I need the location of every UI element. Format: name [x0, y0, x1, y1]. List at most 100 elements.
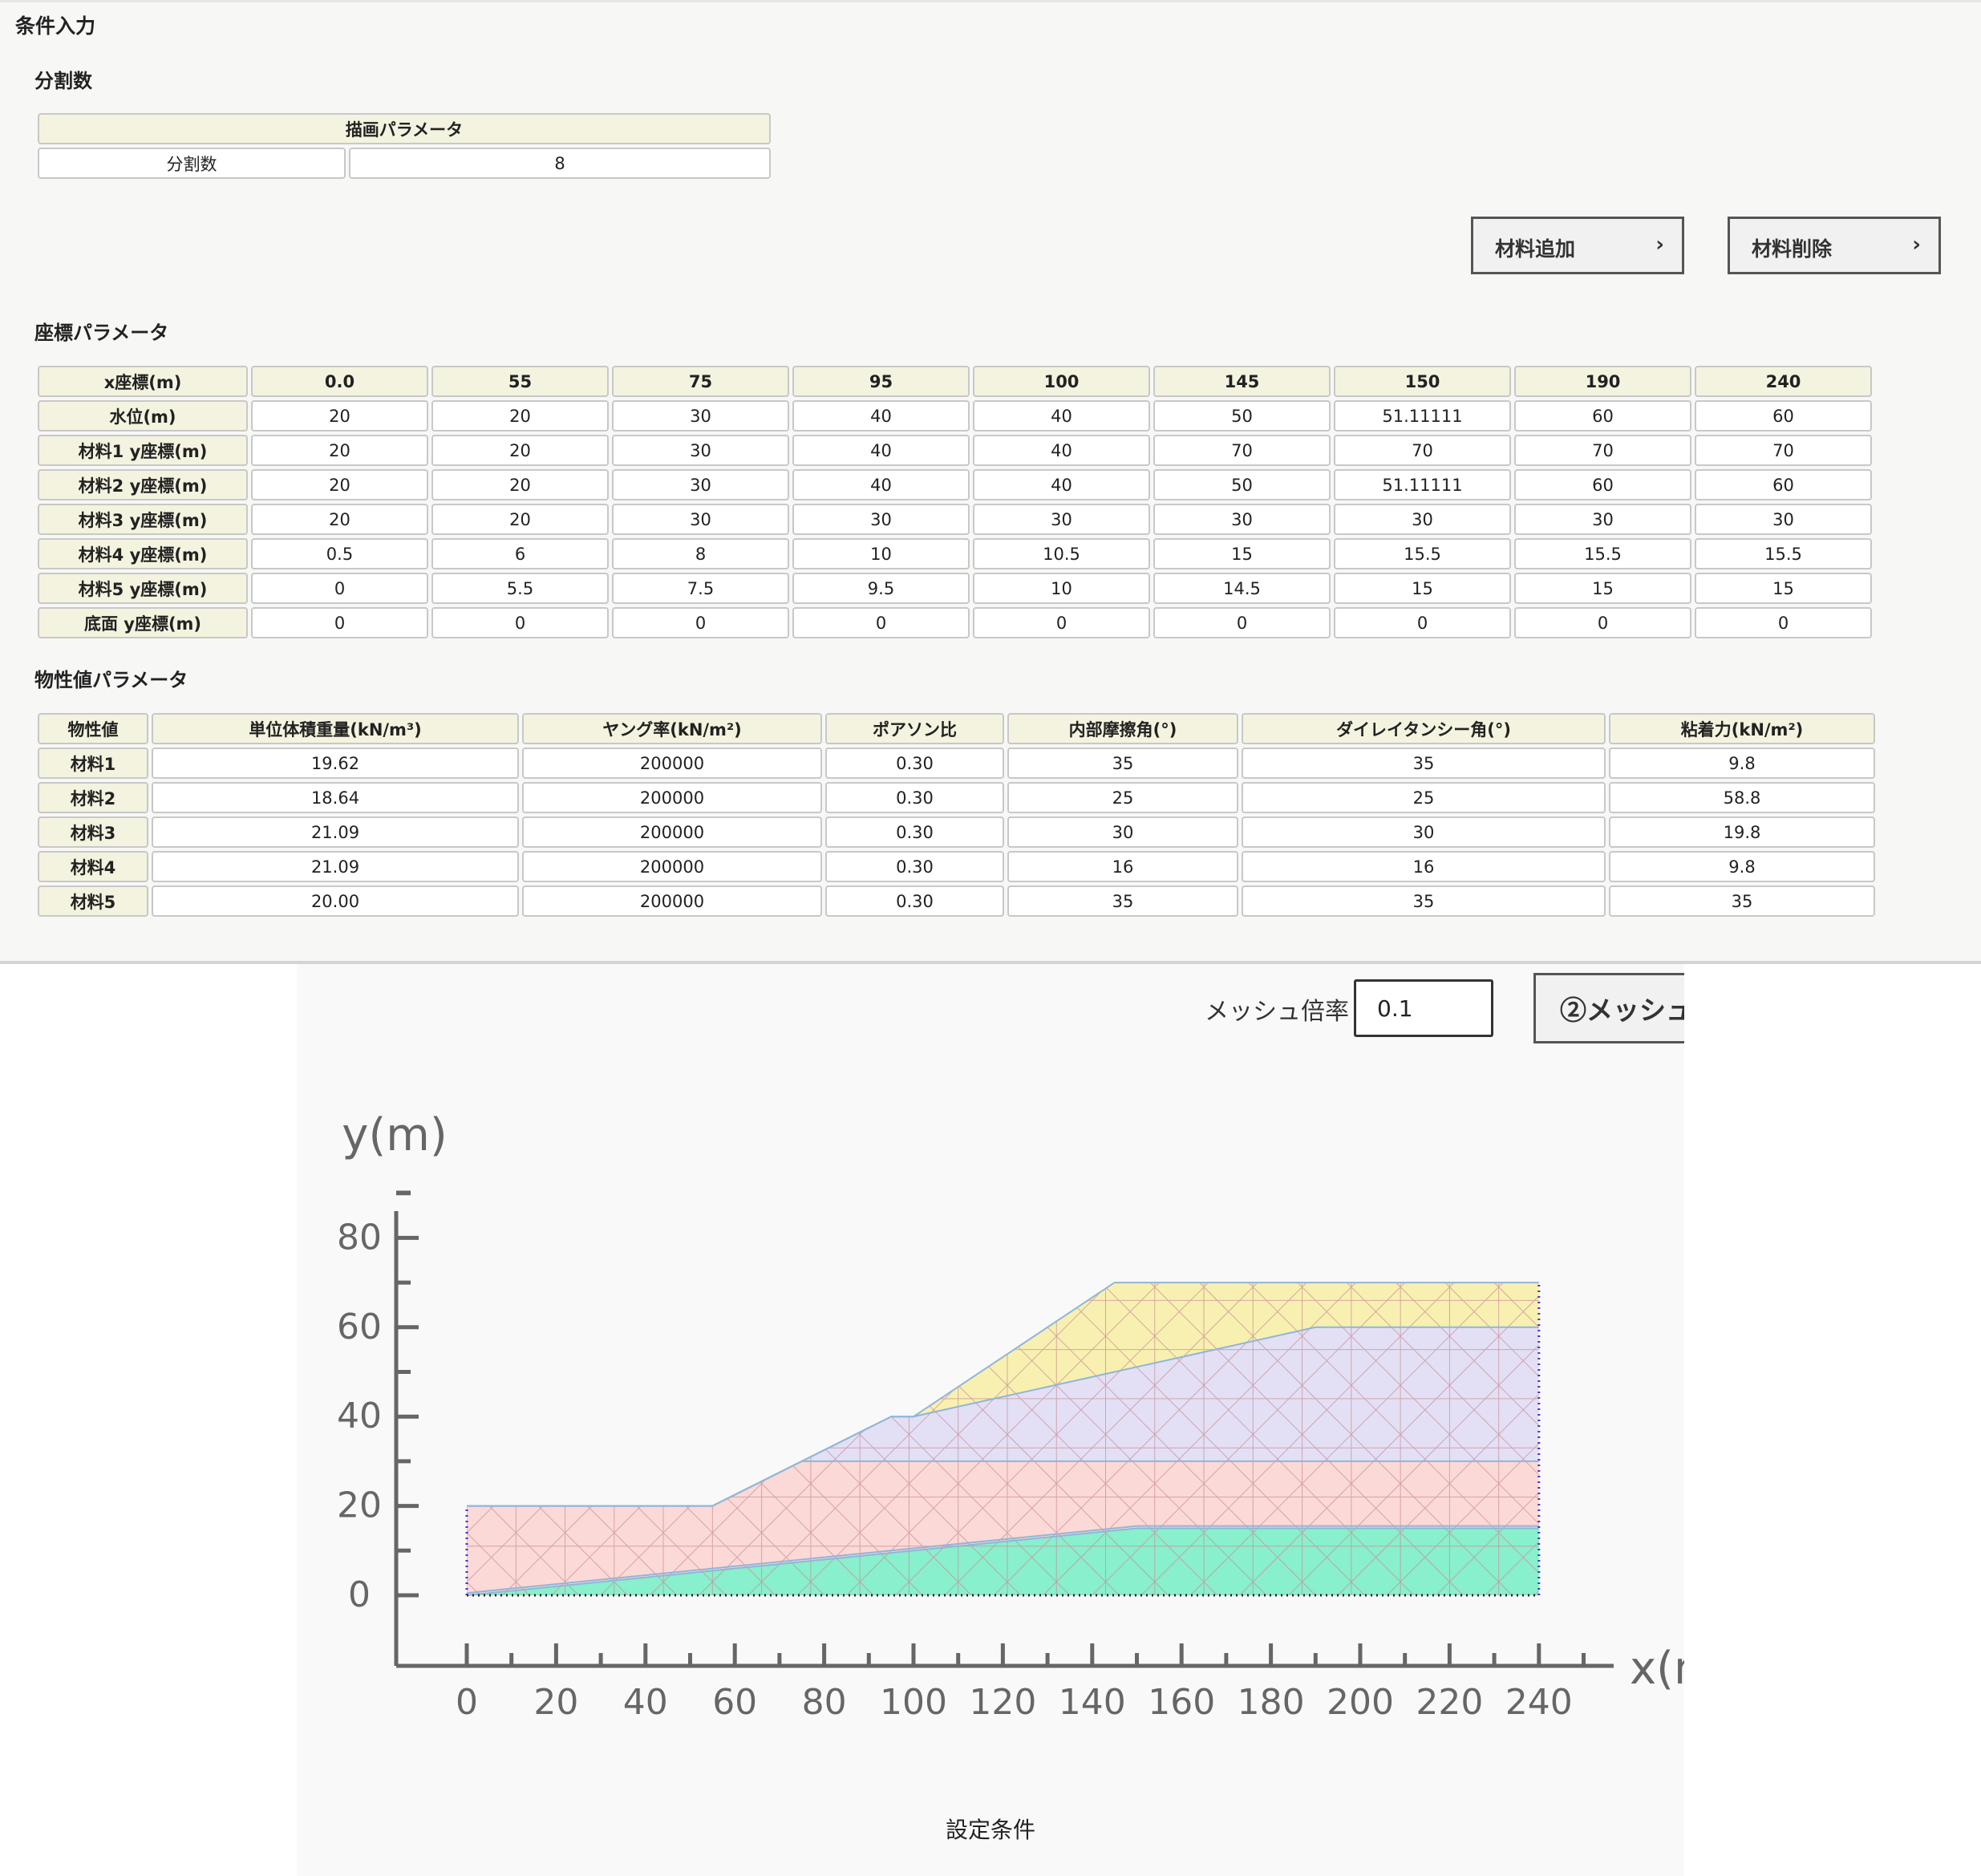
coords-value-cell[interactable]: 20 — [431, 469, 609, 500]
props-value-cell[interactable]: 58.8 — [1609, 782, 1875, 813]
coords-value-cell[interactable]: 0 — [1695, 607, 1872, 638]
coords-value-cell[interactable]: 51.11111 — [1334, 469, 1511, 500]
props-value-cell[interactable]: 18.64 — [152, 782, 519, 813]
props-column-header: ポアソン比 — [825, 713, 1004, 744]
props-value-cell[interactable]: 16 — [1242, 851, 1606, 882]
coords-value-cell[interactable]: 15.5 — [1695, 538, 1872, 569]
props-value-cell[interactable]: 9.8 — [1609, 748, 1875, 779]
coords-value-cell[interactable]: 30 — [973, 504, 1150, 535]
props-value-cell[interactable]: 25 — [1007, 782, 1238, 813]
coords-value-cell[interactable]: 20 — [431, 400, 609, 432]
coords-value-cell[interactable]: 5.5 — [431, 573, 609, 604]
coords-value-cell[interactable]: 0 — [1153, 607, 1331, 638]
props-value-cell[interactable]: 9.8 — [1609, 851, 1875, 882]
props-value-cell[interactable]: 35 — [1609, 885, 1875, 917]
coords-value-cell[interactable]: 0 — [792, 607, 970, 638]
coords-value-cell[interactable]: 50 — [1153, 400, 1331, 432]
material-name: 材料3 — [38, 816, 148, 848]
props-value-cell[interactable]: 35 — [1007, 748, 1238, 779]
coords-value-cell[interactable]: 20 — [251, 504, 428, 535]
division-count-field[interactable]: 8 — [349, 148, 771, 179]
coords-value-cell[interactable]: 15 — [1153, 538, 1331, 569]
props-value-cell[interactable]: 21.09 — [152, 816, 519, 848]
coords-value-cell[interactable]: 20 — [251, 469, 428, 500]
coords-value-cell[interactable]: 40 — [792, 435, 970, 466]
props-value-cell[interactable]: 30 — [1007, 816, 1238, 848]
coords-value-cell[interactable]: 0 — [251, 573, 428, 604]
props-value-cell[interactable]: 19.62 — [152, 748, 519, 779]
coords-value-cell[interactable]: 15 — [1695, 573, 1872, 604]
coords-value-cell[interactable]: 70 — [1514, 435, 1691, 466]
props-value-cell[interactable]: 200000 — [522, 782, 822, 813]
props-value-cell[interactable]: 200000 — [522, 748, 822, 779]
coords-value-cell[interactable]: 7.5 — [612, 573, 789, 604]
props-value-cell[interactable]: 200000 — [522, 816, 822, 848]
coords-value-cell[interactable]: 0.5 — [251, 538, 428, 569]
props-value-cell[interactable]: 21.09 — [152, 851, 519, 882]
coords-value-cell[interactable]: 10 — [973, 573, 1150, 604]
coords-value-cell[interactable]: 8 — [612, 538, 789, 569]
props-value-cell[interactable]: 200000 — [522, 885, 822, 917]
props-value-cell[interactable]: 30 — [1242, 816, 1606, 848]
coords-value-cell[interactable]: 60 — [1514, 400, 1691, 432]
coords-value-cell[interactable]: 9.5 — [792, 573, 970, 604]
coords-value-cell[interactable]: 14.5 — [1153, 573, 1331, 604]
coords-value-cell[interactable]: 40 — [792, 469, 970, 500]
coords-value-cell[interactable]: 15.5 — [1514, 538, 1691, 569]
coords-value-cell[interactable]: 30 — [612, 400, 789, 432]
add-material-button[interactable]: 材料追加 › — [1471, 217, 1684, 274]
coords-value-cell[interactable]: 20 — [251, 435, 428, 466]
delete-material-button[interactable]: 材料削除 › — [1728, 217, 1941, 274]
coords-value-cell[interactable]: 0 — [1334, 607, 1511, 638]
coords-value-cell[interactable]: 60 — [1695, 400, 1872, 432]
props-value-cell[interactable]: 0.30 — [825, 885, 1004, 917]
coords-value-cell[interactable]: 30 — [792, 504, 970, 535]
props-value-cell[interactable]: 25 — [1242, 782, 1606, 813]
coords-value-cell[interactable]: 40 — [973, 469, 1150, 500]
coords-value-cell[interactable]: 70 — [1695, 435, 1872, 466]
props-value-cell[interactable]: 19.8 — [1609, 816, 1875, 848]
coords-value-cell[interactable]: 0 — [973, 607, 1150, 638]
coords-value-cell[interactable]: 10.5 — [973, 538, 1150, 569]
coords-value-cell[interactable]: 40 — [973, 435, 1150, 466]
coords-value-cell[interactable]: 30 — [1334, 504, 1511, 535]
coords-value-cell[interactable]: 15 — [1334, 573, 1511, 604]
coords-value-cell[interactable]: 20 — [431, 504, 609, 535]
coords-value-cell[interactable]: 15.5 — [1334, 538, 1511, 569]
coords-value-cell[interactable]: 20 — [431, 435, 609, 466]
props-value-cell[interactable]: 35 — [1242, 748, 1606, 779]
coords-value-cell[interactable]: 50 — [1153, 469, 1331, 500]
props-value-cell[interactable]: 0.30 — [825, 748, 1004, 779]
props-value-cell[interactable]: 0.30 — [825, 782, 1004, 813]
props-value-cell[interactable]: 16 — [1007, 851, 1238, 882]
coords-value-cell[interactable]: 0 — [612, 607, 789, 638]
coords-value-cell[interactable]: 0 — [1514, 607, 1691, 638]
props-value-cell[interactable]: 0.30 — [825, 851, 1004, 882]
coords-value-cell[interactable]: 30 — [1514, 504, 1691, 535]
coords-value-cell[interactable]: 15 — [1514, 573, 1691, 604]
coords-value-cell[interactable]: 6 — [431, 538, 609, 569]
coords-value-cell[interactable]: 30 — [612, 469, 789, 500]
props-value-cell[interactable]: 20.00 — [152, 885, 519, 917]
coords-value-cell[interactable]: 30 — [612, 504, 789, 535]
coords-value-cell[interactable]: 10 — [792, 538, 970, 569]
props-value-cell[interactable]: 35 — [1007, 885, 1238, 917]
coords-value-cell[interactable]: 0 — [251, 607, 428, 638]
coords-value-cell[interactable]: 60 — [1695, 469, 1872, 500]
props-value-cell[interactable]: 200000 — [522, 851, 822, 882]
coords-value-cell[interactable]: 70 — [1334, 435, 1511, 466]
props-value-cell[interactable]: 35 — [1242, 885, 1606, 917]
coords-value-cell[interactable]: 70 — [1153, 435, 1331, 466]
props-value-cell[interactable]: 0.30 — [825, 816, 1004, 848]
coords-value-cell[interactable]: 30 — [1695, 504, 1872, 535]
coords-value-cell[interactable]: 51.11111 — [1334, 400, 1511, 432]
mesh-ratio-input[interactable] — [1354, 979, 1493, 1037]
coords-value-cell[interactable]: 40 — [792, 400, 970, 432]
coords-value-cell[interactable]: 30 — [612, 435, 789, 466]
coords-value-cell[interactable]: 40 — [973, 400, 1150, 432]
coords-value-cell[interactable]: 60 — [1514, 469, 1691, 500]
coords-value-cell[interactable]: 20 — [251, 400, 428, 432]
generate-mesh-button[interactable]: ②メッシュ — [1533, 973, 1684, 1043]
coords-value-cell[interactable]: 30 — [1153, 504, 1331, 535]
coords-value-cell[interactable]: 0 — [431, 607, 609, 638]
